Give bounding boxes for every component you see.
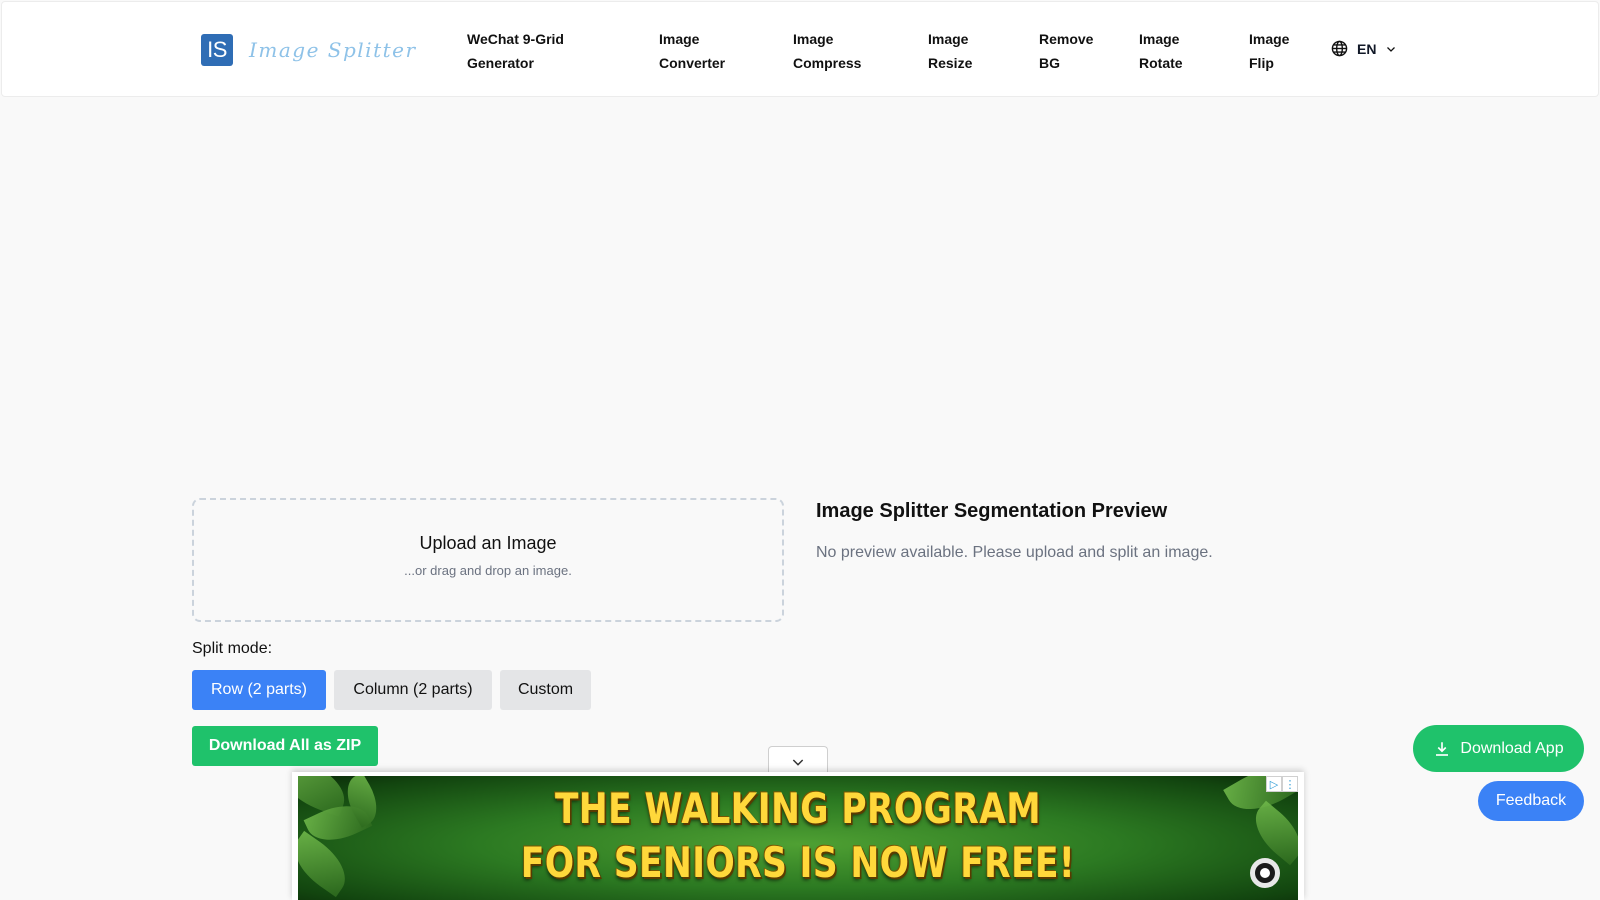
upload-dropzone[interactable]: Upload an Image ...or drag and drop an i…	[192, 498, 784, 622]
nav-label: Resize	[928, 55, 973, 71]
nav-label: Image	[793, 31, 834, 47]
ad-choices-badge[interactable]: ▷ ⋮	[1266, 776, 1298, 792]
ad-choices-icon: ▷	[1266, 776, 1282, 792]
split-mode-label: Split mode:	[192, 640, 273, 657]
nav-image-converter[interactable]: Image Converter	[659, 27, 725, 75]
nav-label: Image	[1139, 31, 1180, 47]
leaf-decoration	[1244, 800, 1298, 866]
nav-label: Rotate	[1139, 55, 1183, 71]
nav-wechat-9-grid[interactable]: WeChat 9-Grid Generator	[467, 27, 564, 75]
mode-custom-button[interactable]: Custom	[500, 670, 591, 710]
ad-headline-line2: FOR SENIORS IS NOW FREE!	[520, 838, 1076, 887]
ad-banner[interactable]: THE WALKING PROGRAM FOR SENIORS IS NOW F…	[298, 776, 1298, 900]
download-app-label: Download App	[1460, 739, 1564, 757]
language-selector[interactable]: EN	[1331, 40, 1397, 57]
site-header: IS Image Splitter WeChat 9-Grid Generato…	[1, 1, 1599, 97]
nav-image-flip[interactable]: Image Flip	[1249, 27, 1289, 75]
globe-icon	[1331, 40, 1348, 57]
download-zip-button[interactable]: Download All as ZIP	[192, 726, 378, 766]
mode-column-button[interactable]: Column (2 parts)	[334, 670, 492, 710]
nav-image-resize[interactable]: Image Resize	[928, 27, 972, 75]
upload-subtitle: ...or drag and drop an image.	[404, 563, 572, 578]
upload-title: Upload an Image	[419, 533, 557, 553]
nav-label: WeChat 9-Grid	[467, 31, 564, 47]
site-logo[interactable]: IS Image Splitter	[201, 34, 417, 66]
chevron-down-icon	[1387, 46, 1396, 52]
nav-label: Generator	[467, 55, 534, 71]
logo-text: Image Splitter	[249, 38, 417, 62]
chevron-down-icon	[792, 758, 804, 766]
preview-empty-message: No preview available. Please upload and …	[816, 544, 1213, 561]
ad-container: THE WALKING PROGRAM FOR SENIORS IS NOW F…	[292, 772, 1304, 900]
download-icon	[1436, 741, 1449, 756]
language-label: EN	[1357, 40, 1377, 57]
nav-label: Flip	[1249, 55, 1274, 71]
preview-title: Image Splitter Segmentation Preview	[816, 500, 1168, 522]
nav-label: Image	[659, 31, 700, 47]
nav-image-compress[interactable]: Image Compress	[793, 27, 861, 75]
logo-badge: IS	[201, 34, 233, 66]
ad-headline-line1: THE WALKING PROGRAM	[554, 784, 1042, 833]
more-options-icon: ⋮	[1282, 776, 1298, 792]
nav-label: Remove	[1039, 31, 1094, 47]
nav-image-rotate[interactable]: Image Rotate	[1139, 27, 1183, 75]
feedback-button[interactable]: Feedback	[1478, 781, 1584, 821]
nav-remove-bg[interactable]: Remove BG	[1039, 27, 1093, 75]
nav-label: Converter	[659, 55, 726, 71]
mode-row-button[interactable]: Row (2 parts)	[192, 670, 326, 710]
leaf-decoration	[298, 830, 357, 898]
ad-logo-icon	[1250, 858, 1280, 888]
nav-label: Image	[928, 31, 969, 47]
nav-label: Compress	[793, 55, 862, 71]
download-app-button[interactable]: Download App	[1413, 725, 1584, 772]
nav-label: Image	[1249, 31, 1290, 47]
nav-label: BG	[1039, 55, 1060, 71]
